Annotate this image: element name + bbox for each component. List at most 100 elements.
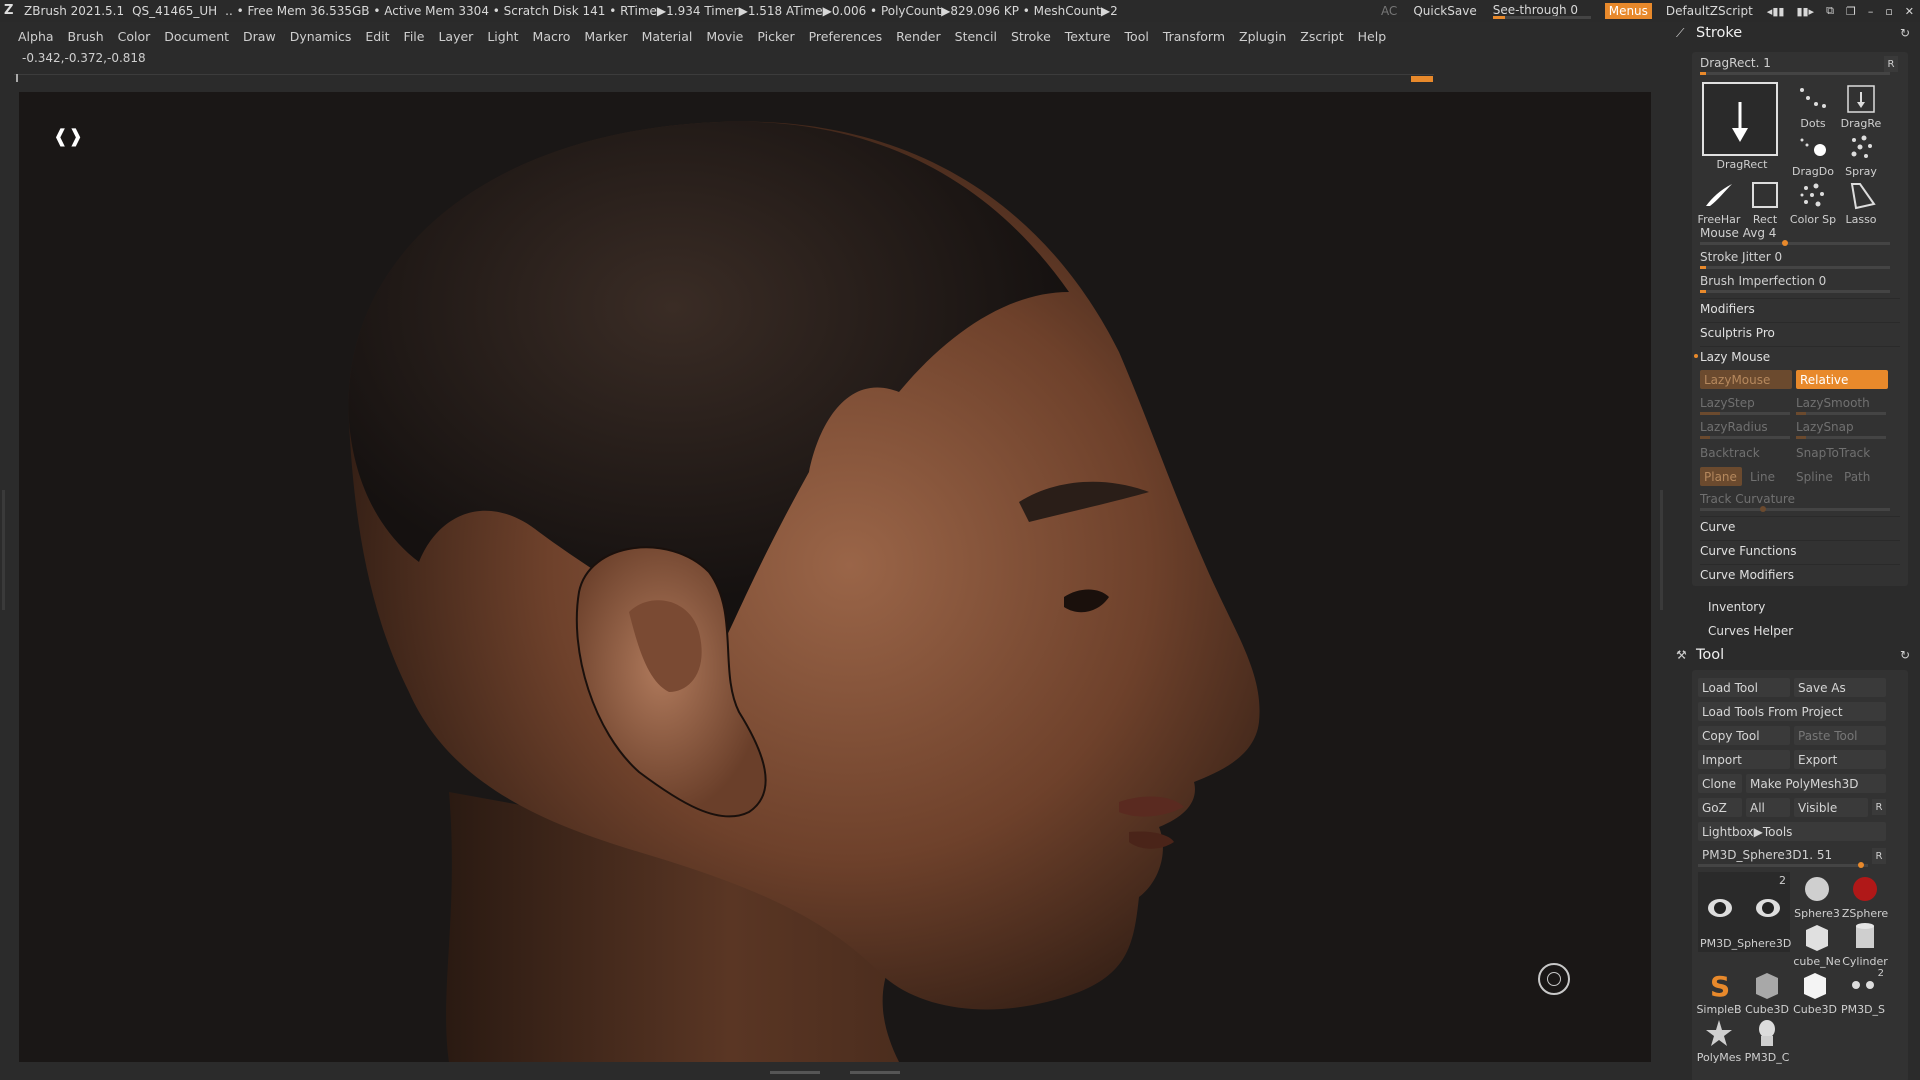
goz-visible-button[interactable]: Visible <box>1794 798 1868 817</box>
inventory-section[interactable]: Inventory <box>1708 600 1765 614</box>
quicksave-button[interactable]: QuickSave <box>1413 4 1476 18</box>
menu-tool[interactable]: Tool <box>1125 29 1149 44</box>
lazystep-slider[interactable]: LazyStep <box>1700 394 1790 412</box>
tool-tile-polymesh[interactable]: PolyMes <box>1696 1016 1742 1064</box>
stroke-tile-dragrect[interactable]: DragRe <box>1838 82 1884 130</box>
tool-r-button[interactable]: R <box>1872 848 1886 864</box>
load-tools-from-project-button[interactable]: Load Tools From Project <box>1698 702 1886 721</box>
tool-tile-pm3d-c[interactable]: PM3D_C <box>1744 1016 1790 1064</box>
default-zscript-button[interactable]: DefaultZScript <box>1666 4 1753 18</box>
see-through-slider[interactable]: See-through 0 <box>1492 3 1591 19</box>
restore-icon[interactable]: ▫ <box>1885 5 1892 18</box>
stroke-tile-color-spray[interactable]: Color Sp <box>1790 178 1836 226</box>
menu-alpha[interactable]: Alpha <box>18 29 54 44</box>
left-tray-handle[interactable] <box>0 490 8 610</box>
dragrect-big-tile[interactable]: DragRect <box>1700 80 1784 171</box>
menu-material[interactable]: Material <box>642 29 693 44</box>
sculptris-pro-section[interactable]: Sculptris Pro <box>1700 322 1900 342</box>
lightbox-tools-button[interactable]: Lightbox▶Tools <box>1698 822 1886 841</box>
tool-tile-cylinder[interactable]: Cylinder <box>1842 920 1888 968</box>
stroke-tile-spray[interactable]: Spray <box>1838 130 1884 178</box>
relative-toggle[interactable]: Relative <box>1796 370 1888 389</box>
load-tool-button[interactable]: Load Tool <box>1698 678 1790 697</box>
frame-icon[interactable]: ❰❱ <box>53 126 83 147</box>
tool-tile-cube-ne[interactable]: cube_Ne <box>1793 920 1841 968</box>
menu-layer[interactable]: Layer <box>438 29 473 44</box>
export-button[interactable]: Export <box>1794 750 1886 769</box>
stroke-refresh-icon[interactable]: ↻ <box>1900 26 1910 40</box>
menu-zscript[interactable]: Zscript <box>1300 29 1343 44</box>
stroke-tile-dots[interactable]: Dots <box>1790 82 1836 130</box>
tool-tile-pm3d-s[interactable]: 2 PM3D_S <box>1840 968 1886 1016</box>
menu-file[interactable]: File <box>404 29 425 44</box>
menu-transform[interactable]: Transform <box>1163 29 1225 44</box>
right-tray-handle[interactable] <box>1658 490 1666 610</box>
mouse-avg-slider[interactable]: Mouse Avg 4 <box>1700 224 1900 242</box>
brush-imperfection-slider[interactable]: Brush Imperfection 0 <box>1700 272 1900 290</box>
menu-color[interactable]: Color <box>118 29 151 44</box>
brush-imperfection-track[interactable] <box>1700 290 1890 293</box>
line-toggle[interactable]: Line <box>1750 468 1790 486</box>
menu-texture[interactable]: Texture <box>1065 29 1111 44</box>
lazy-mouse-section[interactable]: Lazy Mouse <box>1700 346 1900 366</box>
stroke-tile-rect[interactable]: Rect <box>1742 178 1788 226</box>
close-icon[interactable]: ✕ <box>1905 5 1914 18</box>
mouse-avg-track[interactable] <box>1700 240 1890 246</box>
menu-marker[interactable]: Marker <box>584 29 627 44</box>
menu-movie[interactable]: Movie <box>706 29 743 44</box>
forward-icon[interactable]: ▮▮▸ <box>1796 5 1814 18</box>
menu-picker[interactable]: Picker <box>757 29 794 44</box>
lazysmooth-slider[interactable]: LazySmooth <box>1796 394 1886 412</box>
lazysnap-track[interactable] <box>1796 436 1886 439</box>
tool-palette-header[interactable]: ⚒ Tool ↻ <box>1672 644 1920 666</box>
goz-all-button[interactable]: All <box>1746 798 1790 817</box>
menu-help[interactable]: Help <box>1358 29 1387 44</box>
stroke-jitter-slider[interactable]: Stroke Jitter 0 <box>1700 248 1900 266</box>
timeline-track[interactable] <box>14 74 1434 82</box>
tool-refresh-icon[interactable]: ↻ <box>1900 648 1910 662</box>
tool-tile-simplebrush[interactable]: S SimpleB <box>1696 968 1742 1016</box>
lazystep-track[interactable] <box>1700 412 1790 415</box>
menu-document[interactable]: Document <box>164 29 229 44</box>
track-curvature-track[interactable] <box>1700 506 1890 512</box>
plane-toggle[interactable]: Plane <box>1700 467 1742 486</box>
save-as-button[interactable]: Save As <box>1794 678 1886 697</box>
lazysnap-slider[interactable]: LazySnap <box>1796 418 1886 436</box>
make-polymesh3d-button[interactable]: Make PolyMesh3D <box>1746 774 1886 793</box>
paste-tool-button[interactable]: Paste Tool <box>1794 726 1886 745</box>
rewind-icon[interactable]: ◂▮▮ <box>1767 5 1785 18</box>
stroke-tile-lasso[interactable]: Lasso <box>1838 178 1884 226</box>
modifiers-section[interactable]: Modifiers <box>1700 298 1900 318</box>
copy-tool-button[interactable]: Copy Tool <box>1698 726 1790 745</box>
tool-tile-sphere3d[interactable]: Sphere3 <box>1794 872 1840 920</box>
current-stroke-slider[interactable] <box>1700 72 1890 75</box>
tool-tile-cube3d-grey[interactable]: Cube3D <box>1744 968 1790 1016</box>
curve-modifiers-section[interactable]: Curve Modifiers <box>1700 564 1900 584</box>
menu-draw[interactable]: Draw <box>243 29 276 44</box>
backtrack-toggle[interactable]: Backtrack <box>1700 444 1790 462</box>
curves-helper-section[interactable]: Curves Helper <box>1708 624 1793 638</box>
menu-dynamics[interactable]: Dynamics <box>290 29 352 44</box>
menu-stroke[interactable]: Stroke <box>1011 29 1051 44</box>
menu-zplugin[interactable]: Zplugin <box>1239 29 1286 44</box>
timeline-marker[interactable] <box>1411 76 1433 82</box>
tool-tile-pm3d-sphere3d[interactable]: 2 PM3D_Sphere3D <box>1698 872 1791 952</box>
stroke-r-button[interactable]: R <box>1884 56 1898 72</box>
goz-r-button[interactable]: R <box>1872 799 1886 815</box>
lazyradius-slider[interactable]: LazyRadius <box>1700 418 1790 436</box>
menu-macro[interactable]: Macro <box>533 29 571 44</box>
ac-toggle[interactable]: AC <box>1381 4 1397 18</box>
layout-icon[interactable]: ⧉ <box>1826 4 1834 18</box>
import-button[interactable]: Import <box>1698 750 1790 769</box>
windows-icon[interactable]: ❐ <box>1846 5 1856 18</box>
minimize-icon[interactable]: – <box>1868 5 1874 18</box>
spline-toggle[interactable]: Spline <box>1796 468 1840 486</box>
stroke-palette-header[interactable]: ⟋ Stroke ↻ <box>1672 22 1920 44</box>
menu-preferences[interactable]: Preferences <box>809 29 883 44</box>
stroke-jitter-track[interactable] <box>1700 266 1890 269</box>
track-curvature-slider[interactable]: Track Curvature <box>1700 490 1900 508</box>
menu-render[interactable]: Render <box>896 29 941 44</box>
lazysmooth-track[interactable] <box>1796 412 1886 415</box>
menu-brush[interactable]: Brush <box>68 29 104 44</box>
snaptotrack-toggle[interactable]: SnapToTrack <box>1796 444 1896 462</box>
